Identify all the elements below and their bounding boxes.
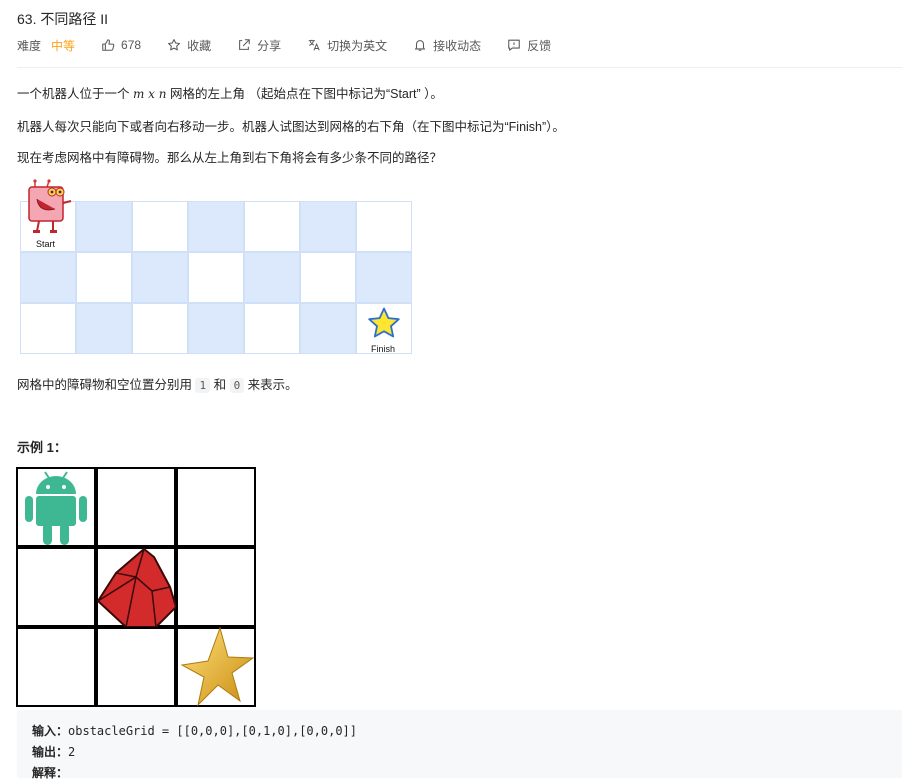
grid-dimensions: m x n	[132, 87, 167, 101]
start-label: Start	[36, 239, 56, 249]
input-value: obstacleGrid = [[0,0,0],[0,1,0],[0,0,0]]	[68, 724, 357, 738]
example-heading: 示例 1：	[17, 440, 67, 455]
gold-star-icon	[180, 627, 254, 707]
output-label: 输出：	[32, 745, 69, 759]
share-label: 分享	[257, 38, 282, 53]
grid-cell	[76, 201, 132, 252]
grid-cell	[76, 252, 132, 303]
grid-cell	[132, 201, 188, 252]
finish-label: Finish	[371, 344, 396, 354]
android-robot-icon	[25, 471, 87, 545]
grid-cell	[188, 252, 244, 303]
ruby-obstacle-icon	[97, 548, 176, 627]
finish-star-icon	[368, 307, 400, 338]
like-count: 678	[121, 38, 142, 52]
grid-cell	[20, 303, 76, 354]
feedback-icon	[508, 39, 520, 51]
example-grid-cell	[16, 627, 96, 707]
description-text: 和	[210, 378, 230, 392]
share-button[interactable]: 分享	[237, 37, 281, 54]
example-input-line: 输入：obstacleGrid = [[0,0,0],[0,1,0],[0,0,…	[32, 722, 357, 739]
grid-cell	[356, 201, 412, 252]
star-icon	[168, 39, 181, 51]
feedback-label: 反馈	[527, 38, 552, 53]
problem-title: 63. 不同路径 II	[17, 11, 109, 27]
description-paragraph-3: 现在考虑网格中有障碍物。那么从左上角到右下角将会有多少条不同的路径？	[17, 151, 443, 165]
favorite-label: 收藏	[187, 38, 212, 53]
like-button[interactable]: 678	[101, 38, 141, 52]
grid-cell	[188, 303, 244, 354]
output-value: 2	[68, 745, 76, 759]
example-grid-illustration	[16, 467, 258, 709]
example-grid-cell	[96, 467, 176, 547]
header-divider	[17, 67, 902, 68]
description-paragraph-1: 一个机器人位于一个 m x n 网格的左上角 （起始点在下图中标记为“Start…	[17, 83, 443, 102]
grid-cell	[300, 201, 356, 252]
example-grid-cell	[96, 627, 176, 707]
example-grid-cell	[176, 547, 256, 627]
example-grid-cell	[16, 547, 96, 627]
example-output-line: 输出：2	[32, 743, 75, 760]
switch-language-label: 切换为英文	[327, 38, 388, 53]
description-paragraph-4: 网格中的障碍物和空位置分别用 1 和 0 来表示。	[17, 374, 298, 393]
grid-cell	[300, 303, 356, 354]
grid-cell	[300, 252, 356, 303]
bell-icon	[414, 40, 426, 51]
description-text: 网格中的障碍物和空位置分别用	[17, 378, 196, 392]
description-text: 来表示。	[244, 378, 298, 392]
thumbs-up-icon	[102, 39, 115, 51]
grid-cell	[244, 252, 300, 303]
input-label: 输入：	[32, 724, 69, 738]
grid-cell	[132, 303, 188, 354]
share-icon	[239, 39, 250, 50]
switch-language-button[interactable]: 切换为英文	[307, 37, 387, 54]
robot-icon	[28, 179, 72, 233]
grid-cell	[244, 303, 300, 354]
difficulty-label: 难度	[17, 38, 42, 53]
example-code-block: 输入：obstacleGrid = [[0,0,0],[0,1,0],[0,0,…	[17, 710, 902, 781]
subscribe-button[interactable]: 接收动态	[413, 37, 481, 54]
example-grid-cell	[176, 467, 256, 547]
problem-meta-bar: 难度 中等 678 收藏 分享 切换为英文 接收动态 反馈	[17, 36, 577, 54]
grid-cell	[76, 303, 132, 354]
feedback-button[interactable]: 反馈	[507, 37, 551, 54]
difficulty-badge: 中等	[51, 38, 76, 53]
grid-cell	[244, 201, 300, 252]
description-paragraph-2: 机器人每次只能向下或者向右移动一步。机器人试图达到网格的右下角（在下图中标记为“…	[17, 120, 565, 134]
example-explanation-line: 解释：	[32, 764, 68, 781]
grid-cell	[188, 201, 244, 252]
subscribe-label: 接收动态	[433, 38, 482, 53]
description-text: 网格的左上角 （起始点在下图中标记为“Start” ）。	[166, 87, 443, 101]
description-text: 一个机器人位于一个	[17, 87, 133, 101]
inline-code-obstacle: 1	[195, 378, 211, 393]
favorite-button[interactable]: 收藏	[167, 37, 211, 54]
grid-cell	[132, 252, 188, 303]
translate-icon	[308, 39, 320, 51]
grid-cell	[20, 252, 76, 303]
grid-cell	[356, 252, 412, 303]
inline-code-empty: 0	[229, 378, 245, 393]
